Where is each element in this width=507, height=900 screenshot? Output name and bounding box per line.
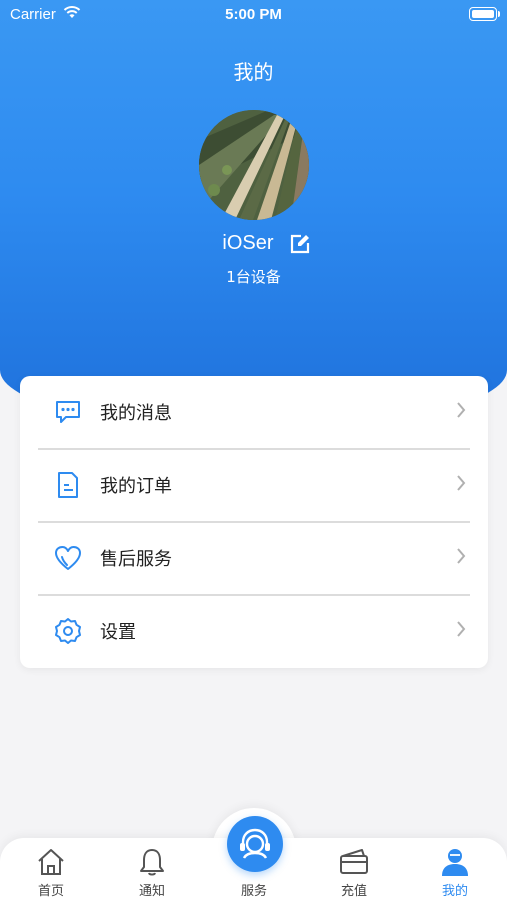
username: iOSer <box>222 232 274 254</box>
tab-label: 我的 <box>441 884 468 899</box>
headset-icon <box>240 828 270 859</box>
tab-notifications[interactable]: 通知 <box>112 838 192 900</box>
menu-item-label: 设置 <box>100 622 136 643</box>
edit-icon[interactable] <box>289 233 311 255</box>
device-count: 1台设备 <box>226 268 281 286</box>
menu-item-settings[interactable]: 设置 <box>20 595 488 667</box>
chevron-right-icon <box>457 402 466 418</box>
person-icon <box>442 849 468 876</box>
tab-label: 首页 <box>37 884 64 899</box>
tab-recharge[interactable]: 充值 <box>314 838 394 900</box>
tab-mine[interactable]: 我的 <box>415 838 495 900</box>
tab-label: 通知 <box>138 884 165 899</box>
message-icon <box>56 401 80 423</box>
heart-icon <box>55 546 81 570</box>
battery-icon <box>469 7 500 21</box>
bell-icon <box>140 849 164 876</box>
menu-item-orders[interactable]: 我的订单 <box>20 449 488 521</box>
tab-label: 充值 <box>340 884 367 899</box>
menu-item-messages[interactable]: 我的消息 <box>20 376 488 448</box>
username-row: iOSer <box>0 232 507 255</box>
menu-card: 我的消息 我的订单 售后服务 设置 <box>20 376 488 668</box>
card-icon <box>340 849 368 874</box>
menu-item-label: 售后服务 <box>100 549 172 570</box>
home-icon <box>38 849 64 875</box>
menu-item-label: 我的消息 <box>100 403 172 424</box>
avatar[interactable] <box>199 110 309 220</box>
status-bar: Carrier 5:00 PM <box>0 0 507 28</box>
chevron-right-icon <box>457 621 466 637</box>
tab-service-label: 服务 <box>240 884 267 899</box>
status-time: 5:00 PM <box>225 6 282 23</box>
menu-item-label: 我的订单 <box>100 476 172 497</box>
avatar-photo <box>199 110 309 220</box>
menu-item-after-sales[interactable]: 售后服务 <box>20 522 488 594</box>
tab-service-button[interactable] <box>227 816 283 872</box>
document-icon <box>58 472 78 498</box>
tab-home[interactable]: 首页 <box>11 838 91 900</box>
gear-icon <box>55 618 81 644</box>
page-title: 我的 <box>233 60 274 84</box>
chevron-right-icon <box>457 475 466 491</box>
chevron-right-icon <box>457 548 466 564</box>
